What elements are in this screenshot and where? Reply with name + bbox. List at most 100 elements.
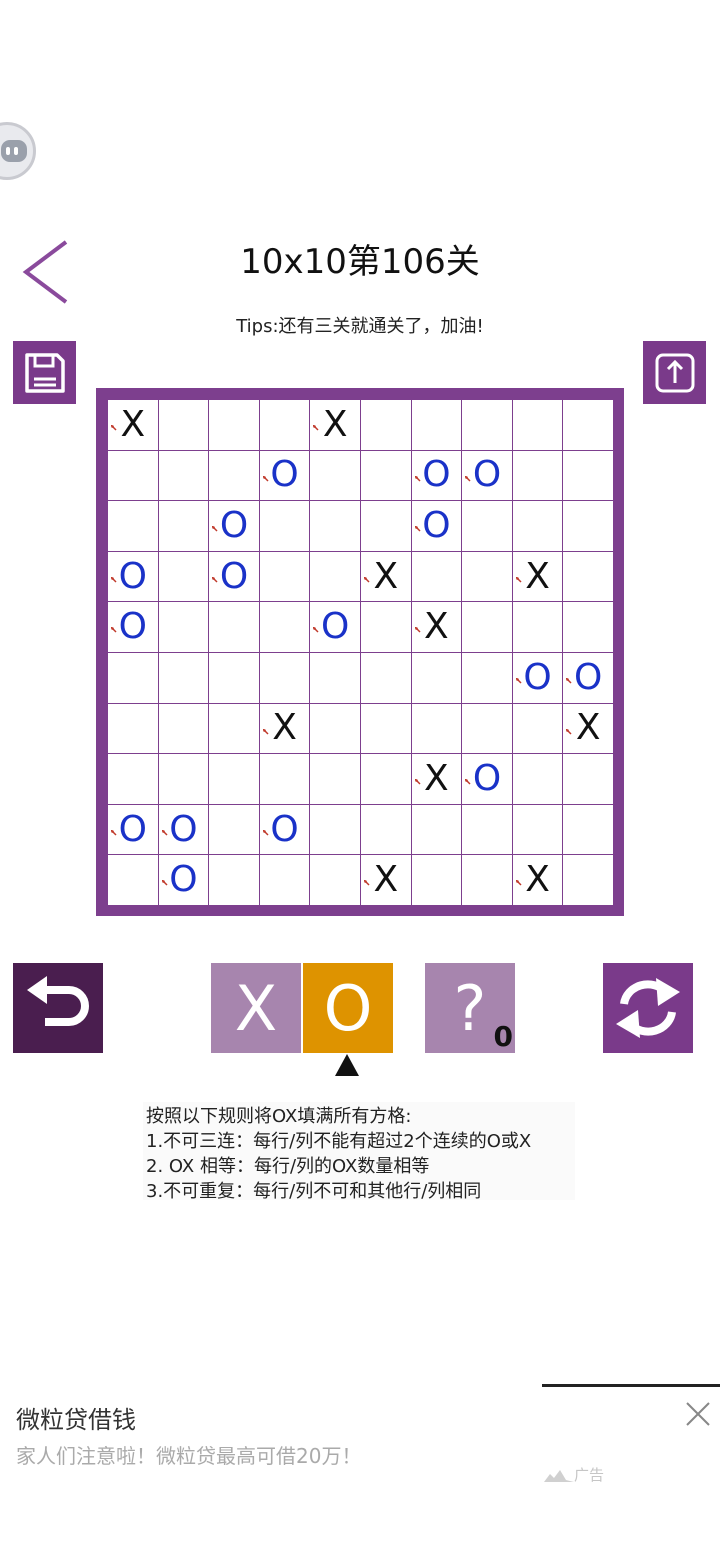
board-cell[interactable] <box>158 400 209 450</box>
board-cell[interactable]: O <box>158 855 209 905</box>
board-cell[interactable]: O <box>563 652 613 703</box>
board-cell[interactable] <box>209 703 259 754</box>
board-cell[interactable]: X <box>108 400 158 450</box>
board-cell[interactable] <box>259 551 310 602</box>
board-cell[interactable] <box>108 501 158 551</box>
board-cell[interactable]: O <box>310 602 360 652</box>
board-cell[interactable] <box>259 652 310 703</box>
board-cell[interactable] <box>563 551 613 602</box>
board-cell[interactable] <box>158 450 209 501</box>
board-cell[interactable] <box>462 501 512 551</box>
board-cell[interactable] <box>462 400 512 450</box>
board-cell[interactable] <box>462 652 512 703</box>
board-cell[interactable] <box>512 602 563 652</box>
board-cell[interactable] <box>462 602 512 652</box>
ad-title[interactable]: 微粒贷借钱 <box>16 1400 136 1435</box>
board-cell[interactable] <box>209 450 259 501</box>
board-cell[interactable]: O <box>259 450 310 501</box>
board-cell[interactable] <box>259 754 310 804</box>
board-cell[interactable] <box>360 703 411 754</box>
board-cell[interactable] <box>310 551 360 602</box>
board-cell[interactable] <box>360 652 411 703</box>
board-cell[interactable] <box>411 652 462 703</box>
board-cell[interactable] <box>411 855 462 905</box>
board-cell[interactable]: O <box>512 652 563 703</box>
board-cell[interactable] <box>462 855 512 905</box>
board-cell[interactable] <box>360 602 411 652</box>
board-cell[interactable] <box>108 703 158 754</box>
board-cell[interactable]: O <box>108 804 158 855</box>
board-cell[interactable]: O <box>259 804 310 855</box>
board-cell[interactable] <box>411 703 462 754</box>
board-cell[interactable] <box>209 855 259 905</box>
board-cell[interactable] <box>108 855 158 905</box>
board-cell[interactable] <box>563 855 613 905</box>
board-cell[interactable] <box>108 754 158 804</box>
restart-button[interactable] <box>603 963 693 1053</box>
board-cell[interactable] <box>310 855 360 905</box>
board-cell[interactable]: X <box>360 551 411 602</box>
board-cell[interactable]: X <box>411 602 462 652</box>
board-cell[interactable] <box>108 652 158 703</box>
board-cell[interactable] <box>563 754 613 804</box>
board-cell[interactable] <box>512 501 563 551</box>
board-cell[interactable]: O <box>209 501 259 551</box>
board-cell[interactable]: O <box>209 551 259 602</box>
board-cell[interactable] <box>310 652 360 703</box>
board-cell[interactable] <box>158 501 209 551</box>
board-cell[interactable]: O <box>108 602 158 652</box>
board-cell[interactable] <box>209 754 259 804</box>
board-cell[interactable]: O <box>411 450 462 501</box>
board-cell[interactable] <box>512 450 563 501</box>
board-cell[interactable] <box>512 754 563 804</box>
board-cell[interactable] <box>310 804 360 855</box>
board-cell[interactable] <box>158 602 209 652</box>
board-cell[interactable]: X <box>512 551 563 602</box>
ad-subtitle[interactable]: 家人们注意啦！微粒贷最高可借20万！ <box>16 1440 361 1469</box>
board-cell[interactable] <box>360 804 411 855</box>
save-button[interactable] <box>13 341 76 404</box>
board-cell[interactable] <box>360 501 411 551</box>
board-cell[interactable]: X <box>310 400 360 450</box>
board-cell[interactable] <box>563 450 613 501</box>
board-cell[interactable]: O <box>108 551 158 602</box>
board-cell[interactable] <box>462 703 512 754</box>
ad-close-button[interactable] <box>684 1400 712 1428</box>
pick-x-button[interactable]: X <box>211 963 301 1053</box>
board-cell[interactable] <box>462 804 512 855</box>
undo-button[interactable] <box>13 963 103 1053</box>
board-cell[interactable] <box>563 501 613 551</box>
board-cell[interactable]: X <box>512 855 563 905</box>
board-cell[interactable] <box>158 551 209 602</box>
board-cell[interactable] <box>259 602 310 652</box>
board-cell[interactable] <box>310 754 360 804</box>
board-cell[interactable]: X <box>259 703 310 754</box>
board-cell[interactable] <box>310 703 360 754</box>
board-cell[interactable] <box>563 602 613 652</box>
board-cell[interactable] <box>209 400 259 450</box>
board-cell[interactable] <box>209 602 259 652</box>
board-cell[interactable]: O <box>462 450 512 501</box>
board-cell[interactable] <box>259 855 310 905</box>
board-cell[interactable] <box>512 804 563 855</box>
board-cell[interactable] <box>411 804 462 855</box>
hint-button[interactable]: ? 0 <box>425 963 515 1053</box>
board-cell[interactable] <box>158 754 209 804</box>
board-cell[interactable] <box>108 450 158 501</box>
floating-assistant-bubble[interactable] <box>0 122 36 180</box>
board-cell[interactable] <box>259 501 310 551</box>
board-cell[interactable] <box>360 450 411 501</box>
share-button[interactable] <box>643 341 706 404</box>
board-cell[interactable] <box>259 400 310 450</box>
board-cell[interactable]: X <box>563 703 613 754</box>
board-cell[interactable] <box>512 703 563 754</box>
board-cell[interactable] <box>360 754 411 804</box>
board-cell[interactable] <box>158 652 209 703</box>
board-cell[interactable] <box>158 703 209 754</box>
board-cell[interactable] <box>512 400 563 450</box>
board-cell[interactable] <box>360 400 411 450</box>
board-cell[interactable] <box>209 804 259 855</box>
board-cell[interactable]: X <box>360 855 411 905</box>
board-cell[interactable]: X <box>411 754 462 804</box>
board-cell[interactable] <box>462 551 512 602</box>
